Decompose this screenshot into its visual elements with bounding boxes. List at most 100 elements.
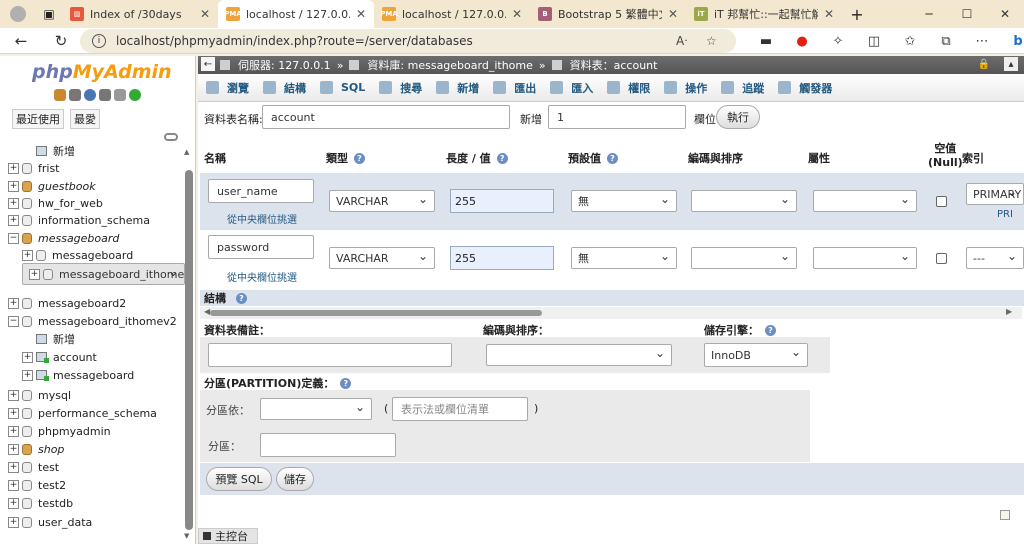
logout-icon[interactable] xyxy=(69,89,81,101)
tab-actions-icon[interactable]: ▣ xyxy=(36,0,62,28)
tree-item[interactable]: + test2 xyxy=(8,476,66,494)
profile-avatar[interactable] xyxy=(0,0,36,28)
menu-browse[interactable]: 瀏覽 xyxy=(206,80,249,96)
table-comment-input[interactable] xyxy=(208,343,452,367)
favorites-icon[interactable]: ✩ xyxy=(892,34,928,49)
default-select[interactable]: 無 xyxy=(571,247,677,269)
pick-central-column-link[interactable]: 從中央欄位挑選 xyxy=(227,211,297,226)
expand-icon[interactable]: + xyxy=(8,461,19,473)
menu-export[interactable]: 匯出 xyxy=(493,80,536,96)
breadcrumb-server[interactable]: 伺服器: 127.0.0.1 xyxy=(238,57,331,73)
menu-insert[interactable]: 新增 xyxy=(436,80,479,96)
help-icon[interactable]: ? xyxy=(354,152,365,164)
storage-engine-select[interactable]: InnoDB xyxy=(704,343,808,367)
tree-item[interactable]: + hw_for_web xyxy=(8,194,103,212)
index-select[interactable]: PRIMARY xyxy=(966,183,1024,205)
link-icon[interactable] xyxy=(164,133,178,141)
collation-select[interactable] xyxy=(691,190,797,212)
expand-icon[interactable]: + xyxy=(8,389,19,401)
expand-icon[interactable]: + xyxy=(22,369,33,381)
table-name-input[interactable]: account xyxy=(262,105,510,129)
breadcrumb-table[interactable]: 資料表：account xyxy=(570,57,658,73)
help-icon[interactable] xyxy=(84,89,96,101)
docs-icon[interactable] xyxy=(99,89,111,101)
tree-item[interactable]: + testdb xyxy=(8,494,73,512)
browser-tab-4[interactable]: B Bootstrap 5 繁體中文文 ✕ xyxy=(530,0,686,28)
menu-search[interactable]: 搜尋 xyxy=(379,80,422,96)
add-count-input[interactable]: 1 xyxy=(548,105,686,129)
extension-screen-icon[interactable]: ▬ xyxy=(748,34,784,49)
tree-item[interactable]: 新增 xyxy=(22,330,75,348)
opera-icon[interactable]: ● xyxy=(784,34,820,49)
minimize-icon[interactable]: ─ xyxy=(910,0,948,28)
menu-operations[interactable]: 操作 xyxy=(664,80,707,96)
help-icon[interactable]: ? xyxy=(236,292,247,304)
favorite-star-icon[interactable]: ☆ xyxy=(706,34,717,48)
tree-item[interactable]: + phpmyadmin xyxy=(8,422,111,440)
console-bar[interactable]: 主控台 xyxy=(198,528,258,544)
split-screen-icon[interactable]: ◫ xyxy=(856,34,892,49)
browser-tab-5[interactable]: iT iT 邦幫忙::一起幫忙解決 ✕ xyxy=(686,0,842,28)
expand-icon[interactable]: + xyxy=(8,516,19,528)
expand-icon[interactable]: + xyxy=(8,180,19,192)
pick-central-column-link[interactable]: 從中央欄位挑選 xyxy=(227,269,297,284)
column-name-input[interactable]: password xyxy=(208,235,314,259)
info-icon[interactable]: i xyxy=(92,34,106,48)
extensions-icon[interactable]: ✧ xyxy=(820,34,856,49)
execute-button[interactable]: 執行 xyxy=(716,105,760,129)
browser-tab-2[interactable]: PMA localhost / 127.0.0.1 / me ✕ xyxy=(218,0,374,28)
null-checkbox[interactable] xyxy=(936,253,947,264)
url-bar[interactable]: i localhost/phpmyadmin/index.php?route=/… xyxy=(80,29,736,53)
lock-icon[interactable]: 🔒 xyxy=(977,57,991,71)
recent-tab[interactable]: 最近使用 xyxy=(12,109,64,129)
close-tab-icon[interactable]: ✕ xyxy=(824,7,834,21)
more-icon[interactable]: ⋯ xyxy=(964,34,1000,49)
table-collation-select[interactable] xyxy=(486,344,672,366)
browser-tab-1[interactable]: ▧ Index of /30days ✕ xyxy=(62,0,218,28)
partition-by-select[interactable] xyxy=(260,398,372,420)
menu-triggers[interactable]: 觸發器 xyxy=(778,80,832,96)
attributes-select[interactable] xyxy=(813,190,917,212)
scroll-down-icon[interactable]: ▼ xyxy=(184,532,189,540)
collation-select[interactable] xyxy=(691,247,797,269)
tree-item[interactable]: − messageboard xyxy=(8,229,119,247)
tree-item[interactable]: + messageboard xyxy=(22,246,133,264)
tree-item[interactable]: + messageboard xyxy=(22,366,134,384)
close-tab-icon[interactable]: ✕ xyxy=(668,7,678,21)
tree-item[interactable]: + test xyxy=(8,458,59,476)
default-select[interactable]: 無 xyxy=(571,190,677,212)
menu-import[interactable]: 匯入 xyxy=(550,80,593,96)
close-tab-icon[interactable]: ✕ xyxy=(200,7,210,21)
sidebar-scrollbar[interactable]: ▲ ▼ xyxy=(184,148,194,540)
expand-icon[interactable]: + xyxy=(8,479,19,491)
breadcrumb-database[interactable]: 資料庫: messageboard_ithome xyxy=(367,57,532,73)
menu-structure[interactable]: 結構 xyxy=(263,80,306,96)
tree-item[interactable]: + mysql xyxy=(8,386,71,404)
hscroll-thumb[interactable] xyxy=(210,310,542,316)
null-checkbox[interactable] xyxy=(936,196,947,207)
favorites-tab[interactable]: 最愛 xyxy=(70,109,100,129)
close-tab-icon[interactable]: ✕ xyxy=(512,7,522,21)
tree-item[interactable]: + information_schema xyxy=(8,211,150,229)
collapse-top-icon[interactable]: ▴ xyxy=(1004,57,1018,71)
expand-icon[interactable]: + xyxy=(8,197,19,209)
partitions-input[interactable] xyxy=(260,433,396,457)
reload-icon[interactable] xyxy=(129,89,141,101)
help-icon[interactable]: ? xyxy=(496,152,508,164)
expand-icon[interactable]: + xyxy=(8,425,19,437)
length-input[interactable]: 255 xyxy=(450,246,554,270)
new-tab-button[interactable]: + xyxy=(842,0,872,28)
column-name-input[interactable]: user_name xyxy=(208,179,314,203)
collapse-icon[interactable]: − xyxy=(8,232,19,244)
menu-sql[interactable]: SQL xyxy=(320,81,365,94)
tree-item[interactable]: + guestbook xyxy=(8,177,96,195)
expand-icon[interactable]: + xyxy=(8,297,19,309)
help-icon[interactable]: ? xyxy=(765,324,776,336)
expand-icon[interactable]: + xyxy=(29,268,40,280)
maximize-icon[interactable]: ☐ xyxy=(948,0,986,28)
menu-privileges[interactable]: 權限 xyxy=(607,80,650,96)
save-button[interactable]: 儲存 xyxy=(276,467,314,491)
tree-item[interactable]: + messageboard_ithome xyxy=(22,263,186,285)
menu-tracking[interactable]: 追蹤 xyxy=(721,80,764,96)
collections-icon[interactable]: ⧉ xyxy=(928,34,964,49)
